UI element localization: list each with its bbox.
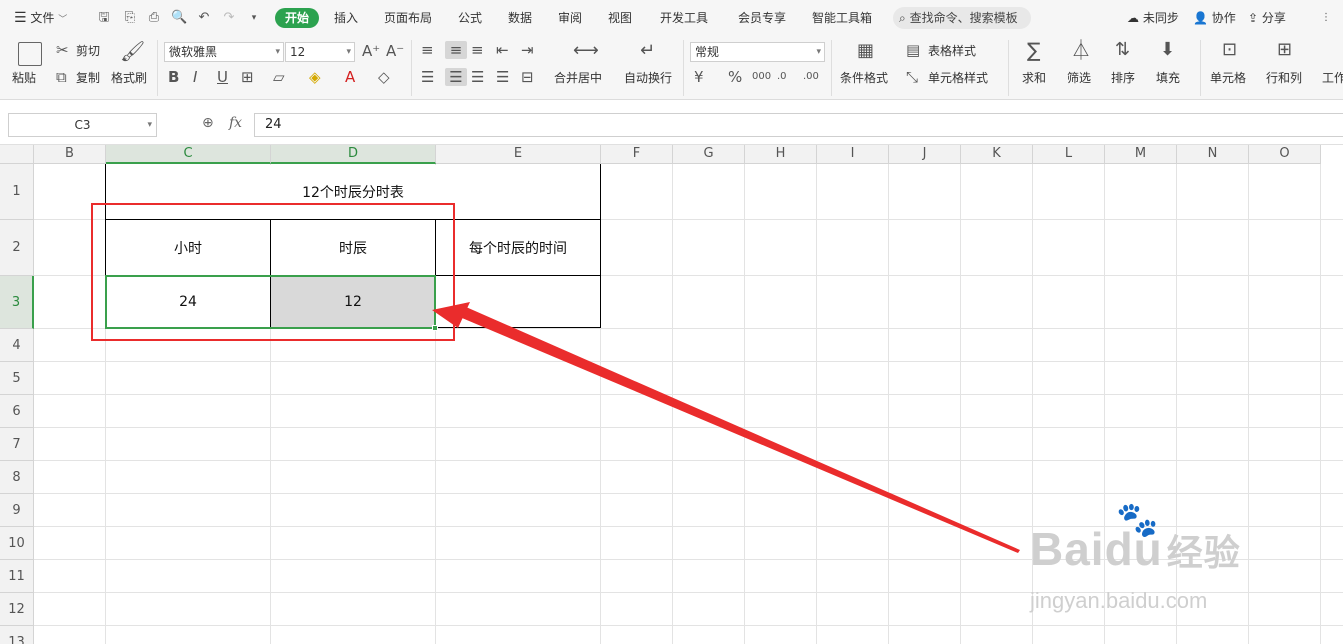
watermark-url: jingyan.baidu.com [1030, 588, 1208, 613]
paw-icon: 🐾 [1116, 500, 1159, 540]
wps-spreadsheet-window: ☰ 文件 ﹀ 🖫 ⎘ ⎙ 🔍 ↶ ↷ ▾ 开始 插入 页面布局 公式 数据 审阅… [0, 0, 1343, 644]
watermark-brand-cn: 经验 [1166, 532, 1241, 573]
